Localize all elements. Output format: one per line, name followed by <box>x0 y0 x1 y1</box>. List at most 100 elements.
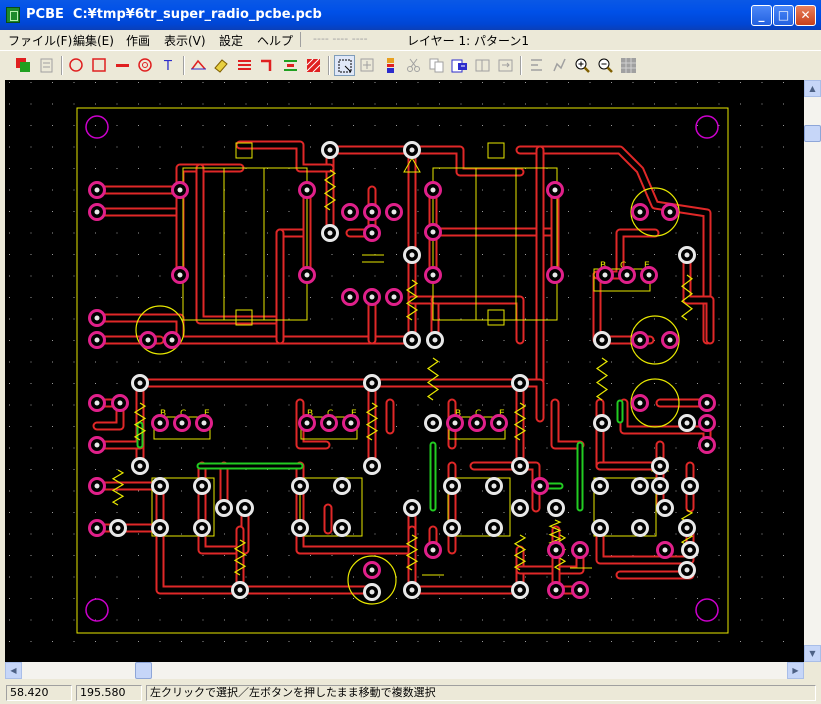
horizontal-scrollbar[interactable]: ◀ ▶ <box>5 662 804 679</box>
layer-indicator[interactable]: レイヤー 1: パターン1 <box>407 32 529 49</box>
pad-hole <box>704 400 710 406</box>
scroll-up-button[interactable]: ▲ <box>804 80 821 97</box>
scroll-left-button[interactable]: ◀ <box>5 662 22 679</box>
pad-hole <box>297 483 303 489</box>
copy-icon[interactable] <box>426 55 447 76</box>
pad-hole <box>157 483 163 489</box>
pad-hole <box>432 337 438 343</box>
move-icon[interactable] <box>357 55 378 76</box>
pad-hole <box>637 209 643 215</box>
pad-hole <box>242 505 248 511</box>
pad-hole <box>474 420 480 426</box>
line-icon[interactable] <box>112 55 133 76</box>
pad-hole <box>624 272 630 278</box>
pad-hole <box>684 420 690 426</box>
pad-hole <box>577 547 583 553</box>
menu-bar: ファイル(F) 編集(E) 作画 表示(V) 設定 ヘルプ ---- ---- … <box>0 30 821 49</box>
menu-draw[interactable]: 作画 <box>126 32 150 49</box>
text-icon[interactable]: T <box>158 55 179 76</box>
pad-hole <box>491 483 497 489</box>
close-button[interactable]: ✕ <box>795 5 816 26</box>
svg-text:T: T <box>163 59 172 74</box>
scroll-down-button[interactable]: ▼ <box>804 645 821 662</box>
pad-hole <box>369 380 375 386</box>
pad-hole <box>597 483 603 489</box>
menu-settings[interactable]: 設定 <box>219 32 243 49</box>
pad-hole <box>94 483 100 489</box>
zoom-in-icon[interactable] <box>572 55 593 76</box>
title-bar: PCBE C:¥tmp¥6tr_super_radio_pcbe.pcb _ □… <box>0 0 821 30</box>
circle-icon[interactable] <box>66 55 87 76</box>
pad-hole <box>304 272 310 278</box>
maximize-button[interactable]: □ <box>773 5 794 26</box>
pad-hole <box>179 420 185 426</box>
pad-hole <box>667 209 673 215</box>
minimize-button[interactable]: _ <box>751 5 772 26</box>
pad-hole <box>297 525 303 531</box>
pad-hole <box>304 187 310 193</box>
toolbar-separator <box>328 56 330 75</box>
pad-hole <box>552 272 558 278</box>
pad-hole <box>552 187 558 193</box>
pad-hole <box>221 505 227 511</box>
pad-hole <box>117 400 123 406</box>
pcb-drawing[interactable]: B C E B C E B C EB C E <box>5 80 804 662</box>
edit-icon[interactable] <box>549 55 570 76</box>
eraser-icon[interactable] <box>211 55 232 76</box>
pad-hole <box>449 525 455 531</box>
pad-hole <box>94 337 100 343</box>
app-icon[interactable] <box>6 7 20 23</box>
cut-icon[interactable] <box>403 55 424 76</box>
menu-help[interactable]: ヘルプ <box>257 32 293 49</box>
pad-hole <box>662 547 668 553</box>
mirror-icon[interactable] <box>472 55 493 76</box>
multiline-icon[interactable] <box>234 55 255 76</box>
menu-file[interactable]: ファイル(F) <box>8 32 72 49</box>
window-title: PCBE C:¥tmp¥6tr_super_radio_pcbe.pcb <box>26 7 322 22</box>
zoom-out-icon[interactable] <box>595 55 616 76</box>
pad-hole <box>145 337 151 343</box>
fit-icon[interactable] <box>618 55 639 76</box>
pad-hole <box>657 483 663 489</box>
align-icon[interactable] <box>280 55 301 76</box>
pad-hole <box>369 209 375 215</box>
menu-view[interactable]: 表示(V) <box>164 32 206 49</box>
toolbar-separator <box>183 56 185 75</box>
pad-hole <box>348 420 354 426</box>
scroll-right-button[interactable]: ▶ <box>787 662 804 679</box>
flip-icon[interactable] <box>495 55 516 76</box>
horizontal-scroll-thumb[interactable] <box>135 662 152 679</box>
pad-hole <box>137 463 143 469</box>
pad-hole <box>687 483 693 489</box>
pad-hole <box>449 483 455 489</box>
target-icon[interactable] <box>135 55 156 76</box>
hatch-icon[interactable] <box>303 55 324 76</box>
select-icon[interactable] <box>334 55 355 76</box>
menu-edit[interactable]: 編集(E) <box>73 32 114 49</box>
pad-hole <box>369 294 375 300</box>
page-icon[interactable] <box>36 55 57 76</box>
vertical-scrollbar[interactable]: ▲ ▼ <box>804 80 821 662</box>
rectangle-icon[interactable] <box>89 55 110 76</box>
pad-hole <box>409 505 415 511</box>
paste-icon[interactable] <box>449 55 470 76</box>
pad-hole <box>637 525 643 531</box>
pad-hole <box>115 525 121 531</box>
pad-hole <box>347 294 353 300</box>
pad-hole <box>339 483 345 489</box>
corner-icon[interactable] <box>257 55 278 76</box>
pad-hole <box>684 567 690 573</box>
vertical-scroll-thumb[interactable] <box>804 125 821 142</box>
layers-icon[interactable] <box>13 55 34 76</box>
pad-hole <box>94 400 100 406</box>
rotate-icon[interactable] <box>526 55 547 76</box>
pad-hole <box>687 547 693 553</box>
pad-hole <box>369 463 375 469</box>
pad-hole <box>667 337 673 343</box>
pcb-canvas[interactable]: BCEBCEBCEBCE <box>5 80 804 662</box>
menu-disabled-item: ---- ---- ---- <box>313 32 368 45</box>
pad-hole <box>409 587 415 593</box>
pad-hole <box>327 230 333 236</box>
grid-icon[interactable] <box>380 55 401 76</box>
angle-icon[interactable] <box>188 55 209 76</box>
